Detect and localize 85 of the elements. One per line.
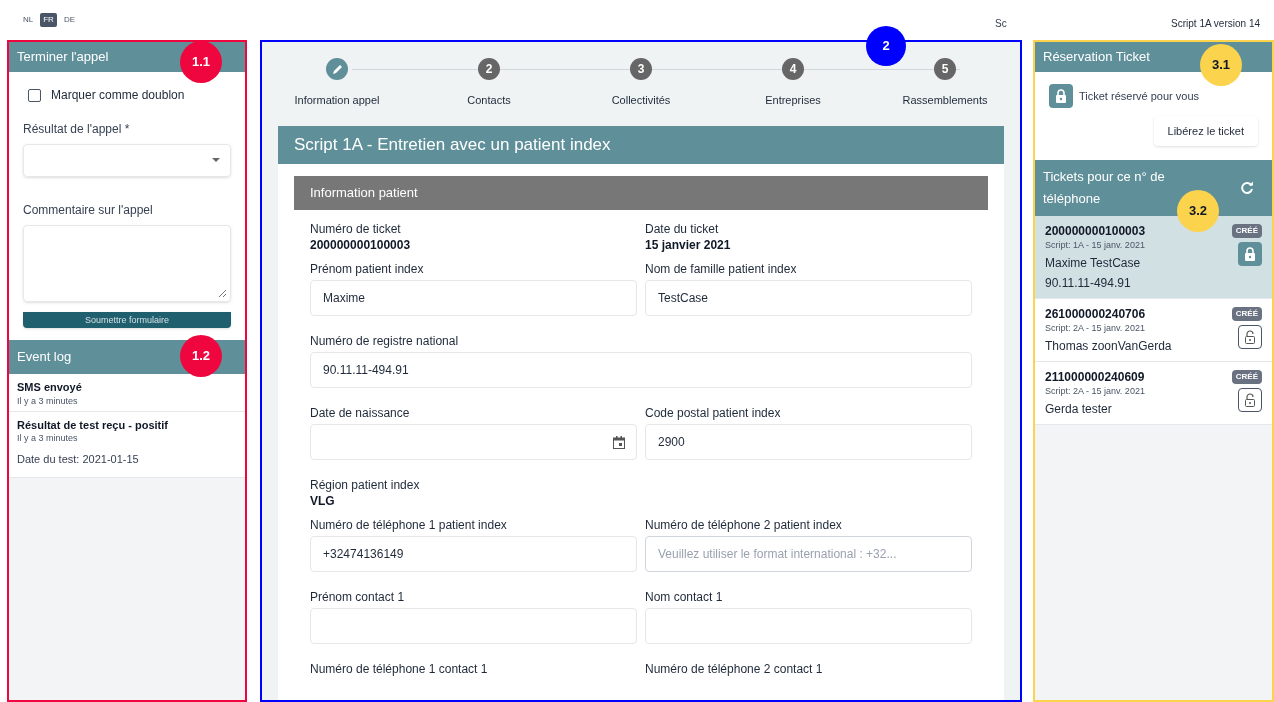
- ticket-meta: Script: 2A - 15 janv. 2021: [1045, 386, 1145, 397]
- event-detail: Date du test: 2021-01-15: [17, 452, 140, 467]
- status-badge: CRÉÉ: [1231, 307, 1262, 321]
- field-value: 15 janvier 2021: [645, 237, 732, 254]
- field-value: VLG: [310, 493, 336, 510]
- panel-title: Event log: [17, 348, 72, 367]
- input-field[interactable]: 2900: [645, 424, 972, 460]
- annotation-badge: 2: [866, 26, 906, 66]
- field-label: Nom contact 1: [645, 589, 724, 604]
- field-value: 200000000100003: [310, 237, 412, 254]
- field-label: Numéro de téléphone 2 contact 1: [645, 661, 824, 676]
- checkbox-label: Marquer comme doublon: [51, 87, 185, 104]
- refresh-icon[interactable]: [1240, 181, 1254, 195]
- patient-name: Gerda tester: [1045, 401, 1113, 418]
- patient-name: Thomas zoonVanGerda: [1045, 338, 1172, 355]
- version-label: Script 1A version 14: [1171, 17, 1260, 31]
- edit-step-icon[interactable]: [326, 58, 348, 80]
- unlock-icon[interactable]: [1238, 325, 1262, 349]
- ticket-number: 211000000240609: [1045, 369, 1145, 386]
- status-badge: CRÉÉ: [1231, 370, 1262, 384]
- script-title: Script 1A - Entretien avec un patient index: [294, 134, 611, 157]
- input-field[interactable]: TestCase: [645, 280, 972, 316]
- field-label: Numéro de ticket: [310, 221, 402, 236]
- submit-button[interactable]: Soumettre formulaire: [23, 312, 231, 328]
- release-ticket-button[interactable]: Libérez le ticket: [1153, 116, 1258, 146]
- step-number[interactable]: 5: [934, 58, 956, 80]
- panel-title: Terminer l'appel: [17, 48, 109, 67]
- calendar-icon[interactable]: [613, 436, 625, 449]
- step-label[interactable]: Entreprises: [765, 92, 821, 109]
- lock-icon[interactable]: [1238, 242, 1262, 266]
- field-label: Code postal patient index: [645, 405, 782, 420]
- panel-title: Tickets pour ce n° de téléphone: [1043, 168, 1166, 208]
- language-option[interactable]: NL: [20, 13, 37, 27]
- ticket-meta: Script: 1A - 15 janv. 2021: [1045, 240, 1146, 251]
- input-field[interactable]: 90.11.11-494.91: [310, 352, 972, 388]
- event-title: Résultat de test reçu - positif: [17, 417, 169, 433]
- field-label: Numéro de téléphone 1 contact 1: [310, 661, 489, 676]
- field-label: Nom de famille patient index: [645, 261, 798, 276]
- field-label: Numéro de téléphone 1 patient index: [310, 517, 508, 532]
- date-field[interactable]: [310, 424, 637, 460]
- comment-field[interactable]: [23, 224, 231, 302]
- ticket-number: 200000000100003: [1045, 223, 1146, 240]
- header-text: Sc: [995, 17, 1007, 31]
- field-label: Prénom contact 1: [310, 589, 406, 604]
- input-field[interactable]: [310, 608, 637, 644]
- event-time: Il y a 3 minutes: [17, 433, 79, 443]
- input-field[interactable]: Veuillez utiliser le format international : +32...: [645, 536, 972, 572]
- input-field[interactable]: +32474136149: [310, 536, 637, 572]
- field-label: Région patient index: [310, 477, 421, 492]
- step-label[interactable]: Information appel: [294, 92, 380, 109]
- section-title: Information patient: [310, 184, 418, 203]
- field-label: Date du ticket: [645, 221, 720, 236]
- step-number[interactable]: 3: [630, 58, 652, 80]
- field-label: Commentaire sur l'appel: [23, 201, 154, 219]
- ticket-item[interactable]: 200000000100003 Script: 1A - 15 janv. 2021 Maxime TestCase 90.11.11-494.91 CRÉÉ: [1035, 216, 1272, 299]
- ticket-item[interactable]: 261000000240706 Script: 2A - 15 janv. 2021 Thomas zoonVanGerda CRÉÉ: [1035, 299, 1272, 362]
- step-number[interactable]: 2: [478, 58, 500, 80]
- step-label[interactable]: Contacts: [467, 92, 511, 109]
- resize-handle-icon: [218, 289, 226, 297]
- step-number[interactable]: 4: [782, 58, 804, 80]
- ticket-meta: Script: 2A - 15 janv. 2021: [1045, 323, 1146, 334]
- field-label: Prénom patient index: [310, 261, 425, 276]
- national-id: 90.11.11-494.91: [1045, 275, 1132, 292]
- field-label: Numéro de téléphone 2 patient index: [645, 517, 843, 532]
- input-field[interactable]: Maxime: [310, 280, 637, 316]
- status-badge: CRÉÉ: [1231, 224, 1262, 238]
- panel-title: Réservation Ticket: [1043, 48, 1150, 67]
- language-option[interactable]: DE: [60, 13, 79, 27]
- lock-icon: [1049, 84, 1073, 108]
- ticket-item[interactable]: 211000000240609 Script: 2A - 15 janv. 2021 Gerda tester CRÉÉ: [1035, 362, 1272, 425]
- event-title: SMS envoyé: [17, 380, 83, 395]
- caret-icon: [212, 158, 220, 163]
- field-label: Résultat de l'appel *: [23, 121, 131, 138]
- unlock-icon[interactable]: [1238, 388, 1262, 412]
- event-time: Il y a 3 minutes: [17, 395, 79, 406]
- input-field[interactable]: [645, 608, 972, 644]
- field-label: Date de naissance: [310, 405, 411, 420]
- language-option[interactable]: FR: [40, 13, 57, 27]
- ticket-number: 261000000240706: [1045, 306, 1147, 323]
- duplicate-checkbox[interactable]: [28, 88, 41, 102]
- field-label: Numéro de registre national: [310, 333, 460, 348]
- step-label[interactable]: Collectivités: [611, 92, 671, 109]
- patient-name: Maxime TestCase: [1045, 255, 1142, 272]
- step-label[interactable]: Rassemblements: [902, 92, 988, 109]
- reservation-status: Ticket réservé pour vous: [1079, 88, 1200, 104]
